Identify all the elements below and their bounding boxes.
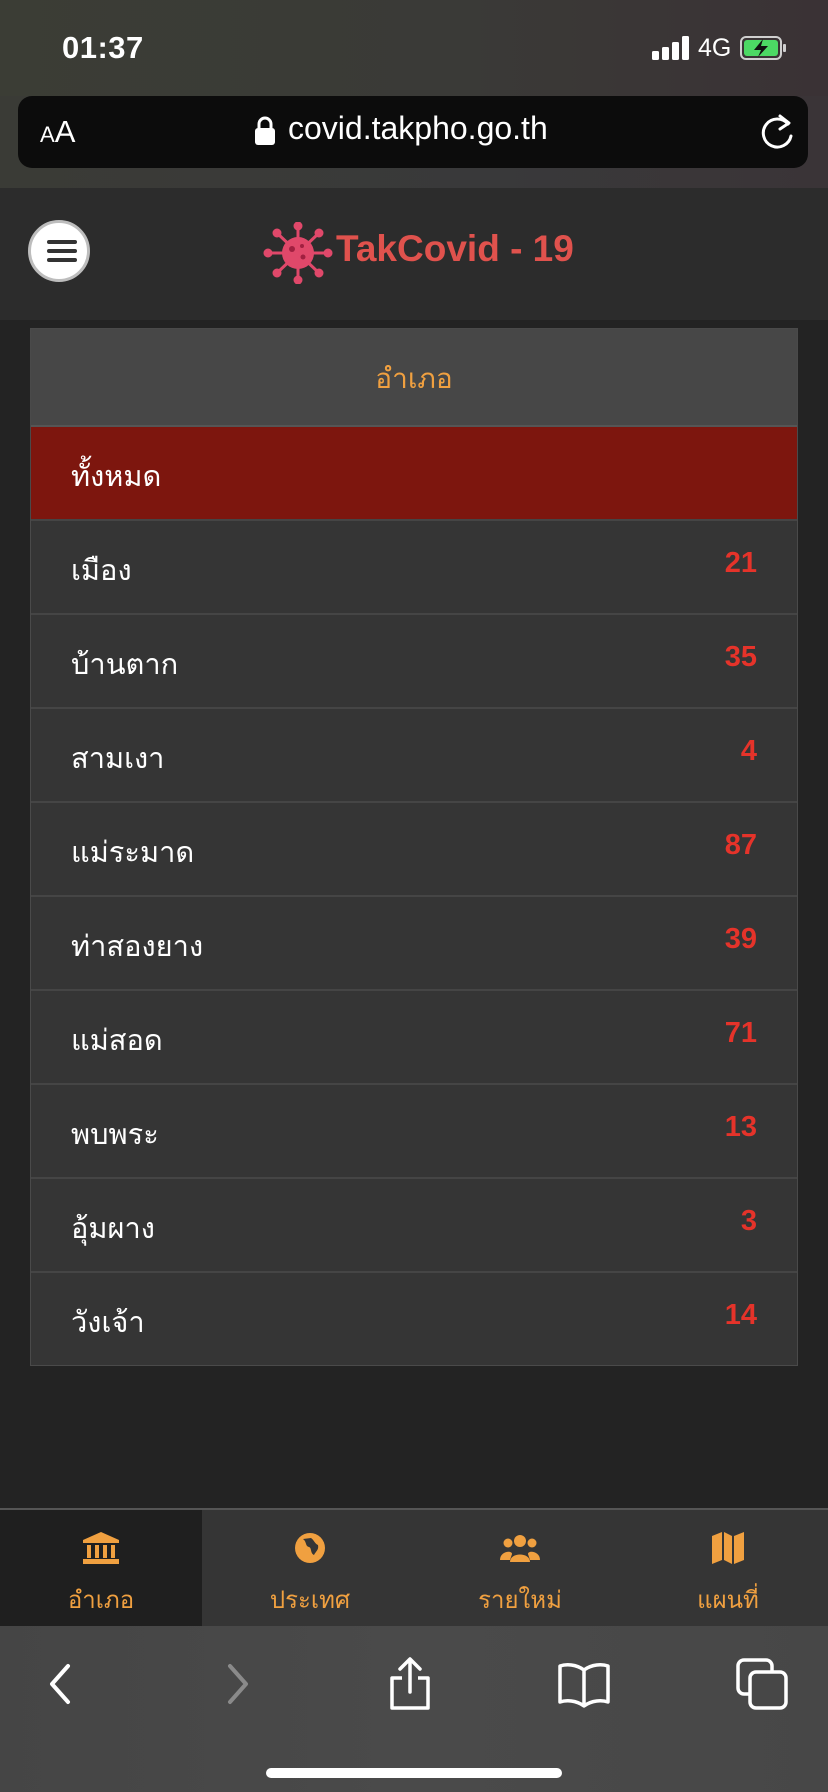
network-type: 4G [698,34,732,62]
tab-label: แผนที่ [697,1586,759,1614]
district-row-all[interactable]: ทั้งหมด [31,427,797,521]
district-name: อุ้มผาง [71,1211,155,1245]
landmark-icon [83,1532,119,1564]
back-icon[interactable] [32,1654,92,1714]
district-row[interactable]: แม่สอด 71 [31,991,797,1085]
site-header: TakCovid - 19 [0,188,828,320]
tab-label: อำเภอ [67,1586,135,1614]
district-row[interactable]: แม่ระมาด 87 [31,803,797,897]
district-count: 3 [740,1205,757,1237]
tabs-icon[interactable] [732,1654,792,1714]
tab-country[interactable]: ประเทศ [210,1510,410,1626]
table-header: อำเภอ [31,329,797,427]
district-count: 13 [724,1111,757,1143]
district-table: อำเภอ ทั้งหมด เมือง 21 บ้านตาก 35 สามเงา… [30,328,798,1366]
battery-charging-icon [740,36,786,60]
home-indicator [266,1768,562,1778]
district-count: 21 [724,547,757,579]
district-name: สามเงา [71,741,165,775]
district-count: 71 [724,1017,757,1049]
district-name: ท่าสองยาง [71,929,204,963]
url-bar[interactable]: AA covid.takpho.go.th [18,96,808,168]
district-count: 39 [724,923,757,955]
map-icon [712,1532,744,1564]
district-count: 4 [740,735,757,767]
district-count: 14 [724,1299,757,1331]
menu-icon [47,240,77,244]
url-text[interactable]: covid.takpho.go.th [288,110,548,147]
browser-toolbar [0,1626,828,1792]
district-row[interactable]: บ้านตาก 35 [31,615,797,709]
site-logo-text[interactable]: TakCovid - 19 [336,228,574,270]
district-name: บ้านตาก [71,647,179,681]
tab-label: ประเทศ [269,1586,351,1614]
district-row[interactable]: อุ้มผาง 3 [31,1179,797,1273]
district-row[interactable]: เมือง 21 [31,521,797,615]
share-icon[interactable] [380,1654,440,1714]
tab-new-cases[interactable]: รายใหม่ [420,1510,620,1626]
district-row[interactable]: สามเงา 4 [31,709,797,803]
signal-icon [652,36,692,60]
district-count: 35 [724,641,757,673]
district-name: แม่ระมาด [71,835,195,869]
globe-icon [295,1533,325,1563]
lock-icon [255,116,275,145]
district-name: แม่สอด [71,1023,163,1057]
district-name: วังเจ้า [71,1305,145,1339]
status-time: 01:37 [62,30,144,65]
district-row[interactable]: วังเจ้า 14 [31,1273,797,1367]
district-row[interactable]: พบพระ 13 [31,1085,797,1179]
tab-districts[interactable]: อำเภอ [0,1510,202,1626]
district-name: ทั้งหมด [71,459,162,493]
district-name: เมือง [71,553,132,587]
forward-icon[interactable] [206,1654,266,1714]
district-name: พบพระ [71,1117,159,1151]
menu-button[interactable] [28,220,90,282]
table-heading: อำเภอ [375,362,453,395]
tab-label: รายใหม่ [478,1586,562,1614]
district-count: 87 [724,829,757,861]
tab-map[interactable]: แผนที่ [628,1510,828,1626]
status-bar: 01:37 4G [0,0,828,96]
district-row[interactable]: ท่าสองยาง 39 [31,897,797,991]
bottom-tab-bar: อำเภอ ประเทศ รายใหม่ แผนที่ [0,1508,828,1626]
reload-icon[interactable] [758,112,796,152]
text-size-button[interactable]: AA [40,114,75,150]
virus-icon [263,222,333,284]
bookmarks-icon[interactable] [554,1654,614,1714]
users-icon [500,1535,540,1562]
url-bar-area: AA covid.takpho.go.th [0,96,828,188]
